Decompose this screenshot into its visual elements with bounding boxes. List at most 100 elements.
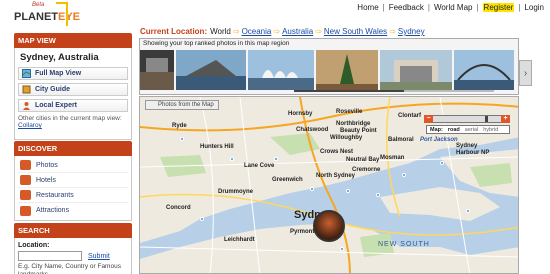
map-label-roseville: Roseville bbox=[336, 109, 363, 115]
logo-beta: Beta bbox=[32, 2, 45, 8]
discover-photos[interactable]: Photos bbox=[18, 158, 128, 173]
photo-thumbnail[interactable] bbox=[454, 50, 514, 90]
map-mode-aerial[interactable]: aerial bbox=[465, 127, 478, 133]
selected-photo-marker[interactable] bbox=[313, 210, 345, 242]
discover-panel: Photos Hotels Restaurants Attractions bbox=[14, 156, 132, 221]
thumbnails bbox=[140, 50, 516, 90]
landmark-icon bbox=[20, 205, 31, 216]
nav-separator: | bbox=[427, 3, 430, 12]
search-row: Submit bbox=[18, 251, 128, 261]
sidebar: MAP VIEW Sydney, Australia Full Map View… bbox=[14, 33, 132, 274]
zoom-slider[interactable]: − + bbox=[424, 115, 510, 123]
map-icon bbox=[22, 69, 31, 78]
map-label-neutral-bay: Neutral Bay bbox=[346, 157, 380, 163]
logo-bracket-icon bbox=[56, 2, 68, 26]
map-label-leichhardt: Leichhardt bbox=[224, 237, 255, 243]
map-mode-selector: Map: road aerial hybrid bbox=[426, 125, 510, 134]
submit-button[interactable]: Submit bbox=[88, 253, 110, 260]
breadcrumb-world[interactable]: World bbox=[210, 27, 231, 36]
search-panel: Location: Submit E.g. City Name, Country… bbox=[14, 238, 132, 274]
arrow-icon: ⇨ bbox=[315, 27, 322, 36]
arrow-icon: ⇨ bbox=[273, 27, 281, 36]
breadcrumb-nsw[interactable]: New South Wales bbox=[324, 27, 387, 36]
page: Beta PLANETEYE Home | Feedback | World M… bbox=[0, 0, 550, 274]
nav-login[interactable]: Login bbox=[524, 3, 544, 12]
camera-icon bbox=[20, 160, 31, 170]
map-label-hunters-hill: Hunters Hill bbox=[200, 144, 234, 150]
location-input[interactable] bbox=[18, 251, 82, 261]
map-label-cremorne: Cremorne bbox=[352, 167, 381, 173]
full-map-view-button[interactable]: Full Map View bbox=[18, 67, 128, 80]
fork-knife-icon bbox=[20, 190, 31, 200]
local-expert-button[interactable]: Local Expert bbox=[18, 99, 128, 112]
map-view-header: MAP VIEW bbox=[14, 33, 132, 48]
map-label-port-jackson: Port Jackson bbox=[420, 137, 458, 143]
photo-pin-icon[interactable] bbox=[340, 247, 344, 251]
nav-separator: | bbox=[518, 3, 521, 12]
photo-pin-icon[interactable] bbox=[376, 193, 380, 197]
photo-pin-icon[interactable] bbox=[310, 187, 314, 191]
zoom-out-button[interactable]: − bbox=[424, 115, 433, 123]
discover-header: DISCOVER bbox=[14, 141, 132, 156]
photo-thumbnail[interactable] bbox=[140, 50, 174, 90]
map-label-clontarf: Clontarf bbox=[398, 113, 421, 119]
top-nav: Home | Feedback | World Map | Register |… bbox=[357, 3, 544, 12]
photo-pin-icon[interactable] bbox=[274, 157, 278, 161]
nav-separator: | bbox=[476, 3, 479, 12]
nav-separator: | bbox=[382, 3, 385, 12]
photo-pin-icon[interactable] bbox=[200, 217, 204, 221]
city-guide-button[interactable]: City Guide bbox=[18, 83, 128, 96]
other-cities: Other cities in the current map view: Co… bbox=[18, 115, 122, 129]
map-mode-hybrid[interactable]: hybrid bbox=[483, 127, 498, 133]
next-photos-arrow-icon[interactable]: › bbox=[519, 60, 532, 86]
map-label-crows-nest: Crows Nest bbox=[320, 149, 354, 155]
breadcrumb-australia[interactable]: Australia bbox=[282, 27, 313, 36]
zoom-knob[interactable] bbox=[485, 116, 488, 122]
photo-strip-caption: Showing your top ranked photos in this m… bbox=[143, 40, 290, 47]
map-label-willoughby: Willoughby bbox=[330, 135, 363, 141]
bed-icon bbox=[20, 175, 31, 185]
discover-restaurants[interactable]: Restaurants bbox=[18, 188, 128, 203]
photo-pin-icon[interactable] bbox=[466, 209, 470, 213]
photo-thumbnail[interactable] bbox=[380, 50, 452, 90]
breadcrumb-label: Current Location: bbox=[140, 27, 208, 36]
nav-home[interactable]: Home bbox=[357, 3, 378, 12]
map-label-mosman: Mosman bbox=[380, 155, 405, 161]
map-label-north-sydney: North Sydney bbox=[316, 173, 356, 179]
location-label: Location: bbox=[18, 242, 50, 249]
photo-pin-icon[interactable] bbox=[180, 137, 184, 141]
map-label-greenwich: Greenwich bbox=[272, 177, 303, 183]
other-city-link[interactable]: Collaroy bbox=[18, 122, 42, 129]
photo-pin-icon[interactable] bbox=[230, 157, 234, 161]
photo-thumbnail[interactable] bbox=[248, 50, 314, 90]
zoom-in-button[interactable]: + bbox=[501, 115, 510, 123]
map-view-panel: Sydney, Australia Full Map View City Gui… bbox=[14, 48, 132, 140]
photo-thumbnail[interactable] bbox=[176, 50, 246, 90]
map-label-chatswood: Chatswood bbox=[296, 127, 329, 133]
map-label-ryde: Ryde bbox=[172, 123, 187, 129]
photo-strip-scrollbar[interactable] bbox=[294, 90, 494, 92]
search-hint: E.g. City Name, Country or Famous landma… bbox=[18, 263, 121, 274]
search-header: SEARCH bbox=[14, 223, 132, 238]
breadcrumb-sydney[interactable]: Sydney bbox=[398, 27, 425, 36]
photo-pin-icon[interactable] bbox=[440, 161, 444, 165]
logo-name: PLANETEYE bbox=[14, 11, 81, 23]
map-label-balmoral: Balmoral bbox=[388, 137, 414, 143]
map-label-beauty-point: Beauty Point bbox=[340, 128, 377, 134]
planeteye-logo[interactable]: Beta PLANETEYE bbox=[12, 2, 80, 28]
map-mode-label: Map: bbox=[430, 126, 443, 133]
breadcrumb-oceania[interactable]: Oceania bbox=[242, 27, 272, 36]
nav-register[interactable]: Register bbox=[482, 3, 515, 12]
photo-pin-icon[interactable] bbox=[346, 189, 350, 193]
city-name: Sydney, Australia bbox=[20, 52, 99, 63]
discover-hotels[interactable]: Hotels bbox=[18, 173, 128, 188]
discover-attractions[interactable]: Attractions bbox=[18, 203, 128, 218]
photos-from-map-tab[interactable]: Photos from the Map bbox=[145, 100, 219, 110]
photo-pin-icon[interactable] bbox=[402, 173, 406, 177]
nav-world-map[interactable]: World Map bbox=[434, 3, 473, 12]
map-mode-road[interactable]: road bbox=[448, 127, 460, 133]
breadcrumb: Current Location: World ⇨ Oceania ⇨ Aust… bbox=[140, 27, 425, 36]
nav-feedback[interactable]: Feedback bbox=[389, 3, 424, 12]
photo-thumbnail[interactable] bbox=[316, 50, 378, 90]
map-base bbox=[140, 97, 518, 273]
